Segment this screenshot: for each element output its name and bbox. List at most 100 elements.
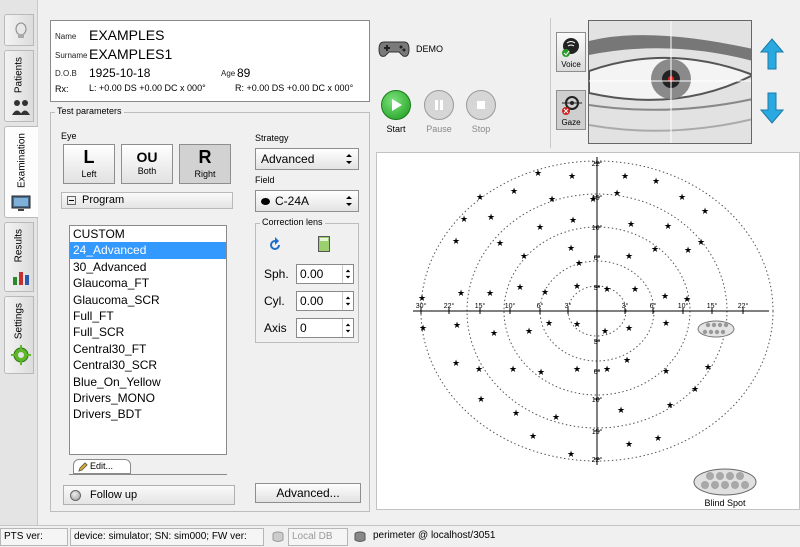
tab-top-icon[interactable]: [4, 14, 34, 46]
eye-label: Eye: [61, 131, 77, 141]
eye-left-button[interactable]: L Left: [63, 144, 115, 184]
blind-spot-dot: [723, 322, 729, 328]
stimulus-point: ★: [453, 320, 461, 330]
program-label: Program: [82, 194, 125, 206]
cyl-value: 0.00: [300, 294, 324, 308]
dob-label: D.O.B: [55, 69, 77, 78]
edit-program-tab[interactable]: Edit...: [73, 459, 131, 474]
program-list-item[interactable]: Glaucoma_FT: [70, 275, 226, 291]
visual-field-chart[interactable]: 30° 22° 15° 10° 6° 3° 3° 6° 10° 15° 22° 22° 15° 10° 6°…: [376, 152, 800, 510]
edit-label: Edit...: [90, 461, 114, 471]
blind-spot-marker: [697, 320, 735, 338]
pause-icon: [435, 100, 443, 110]
voice-button[interactable]: Voice: [556, 32, 586, 72]
field-select[interactable]: C-24A: [255, 190, 359, 212]
sph-label: Sph.: [264, 267, 289, 281]
voice-icon: [562, 38, 579, 57]
program-list-item[interactable]: 24_Advanced: [70, 242, 226, 259]
eye-both-button[interactable]: OU Both: [121, 144, 173, 184]
tab-results[interactable]: Results: [4, 222, 34, 292]
pause-button[interactable]: Pause: [419, 90, 459, 134]
stimulus-point: ★: [569, 215, 577, 225]
eye-right-button[interactable]: R Right: [179, 144, 231, 184]
gear-icon: [11, 345, 31, 365]
spin-arrows-icon[interactable]: [342, 292, 353, 310]
eye-image: [589, 21, 751, 143]
tab-settings-label: Settings: [13, 303, 25, 340]
tab-patients-label: Patients: [13, 57, 25, 94]
visual-field-svg: 30° 22° 15° 10° 6° 3° 3° 6° 10° 15° 22° 22° 15° 10° 6°…: [413, 157, 774, 465]
blind-spot-button[interactable]: Blind Spot: [692, 468, 758, 508]
gamepad-icon: [378, 41, 410, 57]
stimulus-point: ★: [457, 288, 465, 298]
horizontal-tick-label: 6°: [537, 302, 544, 310]
tab-patients[interactable]: Patients: [4, 50, 34, 122]
stimulus-point: ★: [452, 358, 460, 368]
stimulus-point: ★: [452, 236, 460, 246]
start-button[interactable]: Start: [376, 90, 416, 134]
correction-lens-title: Correction lens: [260, 217, 325, 227]
stimulus-point: ★: [567, 243, 575, 253]
patient-info-box: Name EXAMPLES Surname EXAMPLES1 D.O.B 19…: [50, 20, 370, 102]
stop-icon: [477, 101, 485, 109]
vertical-tick-label: 3°: [594, 284, 601, 292]
axis-input[interactable]: 0: [296, 318, 354, 338]
program-list-item[interactable]: CUSTOM: [70, 226, 226, 242]
stimulus-point: ★: [652, 176, 660, 186]
blind-spot-dot: [717, 322, 723, 328]
strategy-select[interactable]: Advanced: [255, 148, 359, 170]
blind-spot-dot: [705, 322, 711, 328]
stimulus-point: ★: [520, 251, 528, 261]
vertical-tick-label: 22°: [592, 456, 603, 464]
stop-button[interactable]: Stop: [461, 90, 501, 134]
spin-arrows-icon[interactable]: [342, 319, 353, 337]
patient-name: EXAMPLES: [89, 27, 165, 43]
demo-label: DEMO: [416, 44, 443, 54]
follow-up-button[interactable]: Follow up: [63, 485, 235, 505]
stimulus-point: ★: [654, 433, 662, 443]
stimulus-point: ★: [601, 326, 609, 336]
calculator-icon[interactable]: [318, 236, 330, 252]
stimulus-point: ★: [525, 326, 533, 336]
updown-caret-icon: [346, 196, 352, 206]
program-list[interactable]: CUSTOM 24_Advanced 30_Advanced Glaucoma_FT G…: [69, 225, 227, 455]
program-list-item[interactable]: Glaucoma_SCR: [70, 292, 226, 308]
stimulus-point: ★: [704, 362, 712, 372]
program-list-item[interactable]: Central30_FT: [70, 341, 226, 357]
program-list-item[interactable]: 30_Advanced: [70, 259, 226, 275]
stimulus-point: ★: [509, 364, 517, 374]
sph-input[interactable]: 0.00: [296, 264, 354, 284]
arrow-down-icon[interactable]: [760, 92, 784, 124]
program-list-item[interactable]: Central30_SCR: [70, 357, 226, 373]
program-list-item[interactable]: Drivers_BDT: [70, 406, 226, 422]
arrow-up-icon[interactable]: [760, 38, 784, 70]
updown-caret-icon: [346, 154, 352, 164]
local-db-button[interactable]: Local DB: [288, 528, 348, 546]
refresh-icon[interactable]: [266, 236, 284, 254]
blind-spot-dot: [714, 329, 720, 335]
stimulus-point: ★: [512, 408, 520, 418]
program-list-item[interactable]: Full_SCR: [70, 324, 226, 340]
horizontal-tick-label: 15°: [475, 302, 486, 310]
spin-arrows-icon[interactable]: [342, 265, 353, 283]
status-bar: PTS ver: 1.0.1.0 device: simulator; SN: …: [0, 525, 800, 547]
blind-spot-dot: [708, 329, 714, 335]
field-label: Field: [255, 175, 275, 185]
blind-spot-dot: [702, 329, 708, 335]
cyl-input[interactable]: 0.00: [296, 291, 354, 311]
demo-indicator[interactable]: DEMO: [378, 38, 448, 64]
tab-examination[interactable]: Examination: [4, 126, 38, 218]
horizontal-tick-label: 3°: [565, 302, 572, 310]
program-list-item[interactable]: Blue_On_Yellow: [70, 374, 226, 390]
horizontal-tick-label: 15°: [707, 302, 718, 310]
vertical-tick-label: 6°: [594, 254, 601, 262]
gaze-label: Gaze: [561, 118, 581, 127]
advanced-button[interactable]: Advanced...: [255, 483, 361, 503]
program-list-item[interactable]: Drivers_MONO: [70, 390, 226, 406]
program-section-header[interactable]: Program: [61, 192, 233, 209]
horizontal-tick-label: 30°: [416, 302, 427, 310]
stimulus-point: ★: [534, 168, 542, 178]
tab-settings[interactable]: Settings: [4, 296, 34, 374]
gaze-button[interactable]: Gaze: [556, 90, 586, 130]
program-list-item[interactable]: Full_FT: [70, 308, 226, 324]
